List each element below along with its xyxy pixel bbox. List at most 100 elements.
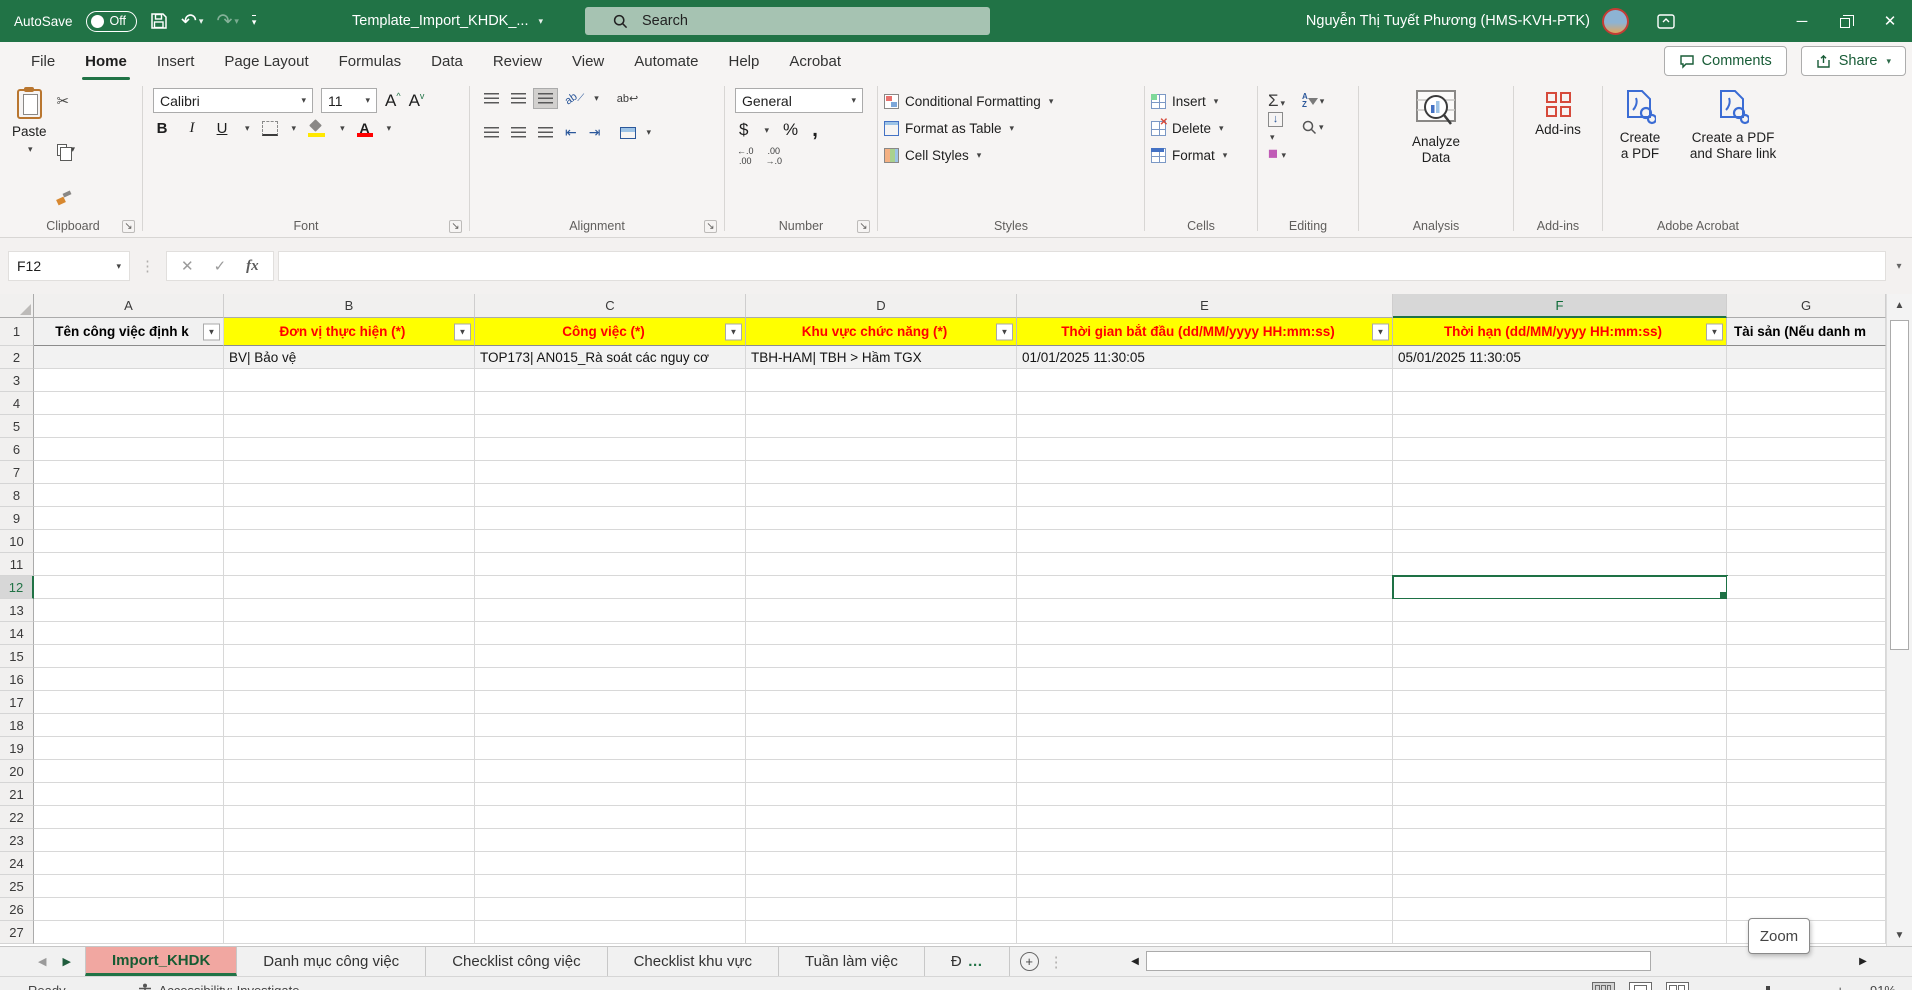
cancel-formula-button[interactable]: ✕ [181, 257, 194, 275]
cell-C3[interactable] [475, 369, 746, 392]
cell-E27[interactable] [1017, 921, 1393, 944]
cell-G21[interactable] [1727, 783, 1886, 806]
font-color-button[interactable]: A [357, 120, 373, 137]
cell-D20[interactable] [746, 760, 1017, 783]
font-dialog-launcher[interactable]: ↘ [449, 220, 462, 233]
ribbon-display-options-button[interactable] [1657, 14, 1675, 29]
cell-G25[interactable] [1727, 875, 1886, 898]
minimize-button[interactable]: ─ [1780, 0, 1824, 42]
menu-tab-acrobat[interactable]: Acrobat [774, 42, 856, 80]
cell-D6[interactable] [746, 438, 1017, 461]
cell-F20[interactable] [1393, 760, 1727, 783]
cell-G9[interactable] [1727, 507, 1886, 530]
cell-E10[interactable] [1017, 530, 1393, 553]
column-header-F[interactable]: F [1393, 294, 1727, 318]
sheet-tab-checklist-khu-vực[interactable]: Checklist khu vực [608, 947, 779, 976]
cell-G13[interactable] [1727, 599, 1886, 622]
page-layout-view-button[interactable] [1629, 982, 1652, 990]
align-middle-button[interactable] [507, 89, 530, 108]
cell-G5[interactable] [1727, 415, 1886, 438]
close-button[interactable]: ✕ [1868, 0, 1912, 42]
cell-E11[interactable] [1017, 553, 1393, 576]
cell-E6[interactable] [1017, 438, 1393, 461]
row-header-15[interactable]: 15 [0, 645, 34, 668]
cell-B12[interactable] [224, 576, 475, 599]
cell-E26[interactable] [1017, 898, 1393, 921]
cell-C19[interactable] [475, 737, 746, 760]
row-header-4[interactable]: 4 [0, 392, 34, 415]
cell-D27[interactable] [746, 921, 1017, 944]
cell-E20[interactable] [1017, 760, 1393, 783]
cell-E23[interactable] [1017, 829, 1393, 852]
header-cell-A1[interactable]: Tên công việc định k▼ [34, 318, 224, 346]
cell-D22[interactable] [746, 806, 1017, 829]
cell-D23[interactable] [746, 829, 1017, 852]
cell-G19[interactable] [1727, 737, 1886, 760]
cell-F25[interactable] [1393, 875, 1727, 898]
restore-button[interactable] [1824, 0, 1868, 42]
cell-C24[interactable] [475, 852, 746, 875]
cell-A3[interactable] [34, 369, 224, 392]
cell-A11[interactable] [34, 553, 224, 576]
cell-D19[interactable] [746, 737, 1017, 760]
clear-button[interactable]: ◆▾ [1268, 144, 1302, 162]
tab-scroll-divider[interactable]: ⋮ [1049, 953, 1065, 971]
row-header-13[interactable]: 13 [0, 599, 34, 622]
cell-C16[interactable] [475, 668, 746, 691]
cell-F27[interactable] [1393, 921, 1727, 944]
row-header-18[interactable]: 18 [0, 714, 34, 737]
cell-D24[interactable] [746, 852, 1017, 875]
cell-A20[interactable] [34, 760, 224, 783]
cell-B14[interactable] [224, 622, 475, 645]
align-right-button[interactable] [534, 123, 557, 142]
cell-D10[interactable] [746, 530, 1017, 553]
number-dialog-launcher[interactable]: ↘ [857, 220, 870, 233]
increase-indent-button[interactable]: ⇥ [585, 120, 605, 145]
cell-G11[interactable] [1727, 553, 1886, 576]
cell-F5[interactable] [1393, 415, 1727, 438]
cell-E8[interactable] [1017, 484, 1393, 507]
cell-D17[interactable] [746, 691, 1017, 714]
normal-view-button[interactable] [1592, 982, 1615, 990]
cell-A10[interactable] [34, 530, 224, 553]
cell-B25[interactable] [224, 875, 475, 898]
cell-E12[interactable] [1017, 576, 1393, 599]
autosave-toggle[interactable]: Off [86, 11, 137, 32]
select-all-corner[interactable] [0, 294, 34, 318]
undo-button[interactable]: ↶▾ [181, 12, 203, 31]
cell-G2[interactable] [1727, 346, 1886, 369]
row-header-20[interactable]: 20 [0, 760, 34, 783]
cell-A6[interactable] [34, 438, 224, 461]
cell-D4[interactable] [746, 392, 1017, 415]
cell-C6[interactable] [475, 438, 746, 461]
cell-C13[interactable] [475, 599, 746, 622]
redo-button[interactable]: ↷▾ [216, 12, 238, 31]
menu-tab-view[interactable]: View [557, 42, 619, 80]
cell-B18[interactable] [224, 714, 475, 737]
cell-G15[interactable] [1727, 645, 1886, 668]
row-header-24[interactable]: 24 [0, 852, 34, 875]
cell-B9[interactable] [224, 507, 475, 530]
cell-B11[interactable] [224, 553, 475, 576]
cell-A23[interactable] [34, 829, 224, 852]
cell-B2[interactable]: BV| Bảo vệ [224, 346, 475, 369]
currency-dropdown[interactable]: ▾ [764, 125, 769, 136]
borders-dropdown[interactable]: ▾ [292, 123, 297, 134]
cell-G24[interactable] [1727, 852, 1886, 875]
zoom-percent[interactable]: 91% [1858, 983, 1896, 990]
cell-D8[interactable] [746, 484, 1017, 507]
cell-G6[interactable] [1727, 438, 1886, 461]
search-input[interactable]: Search [585, 7, 990, 35]
sort-filter-button[interactable]: AZ▾ [1302, 93, 1336, 109]
cell-E5[interactable] [1017, 415, 1393, 438]
filter-button-C[interactable]: ▼ [725, 323, 742, 340]
font-size-select[interactable]: 11▾ [321, 88, 377, 113]
cell-B21[interactable] [224, 783, 475, 806]
format-painter-button[interactable] [57, 187, 76, 209]
cell-E19[interactable] [1017, 737, 1393, 760]
row-header-25[interactable]: 25 [0, 875, 34, 898]
cell-B24[interactable] [224, 852, 475, 875]
cell-G14[interactable] [1727, 622, 1886, 645]
cell-A16[interactable] [34, 668, 224, 691]
row-header-7[interactable]: 7 [0, 461, 34, 484]
